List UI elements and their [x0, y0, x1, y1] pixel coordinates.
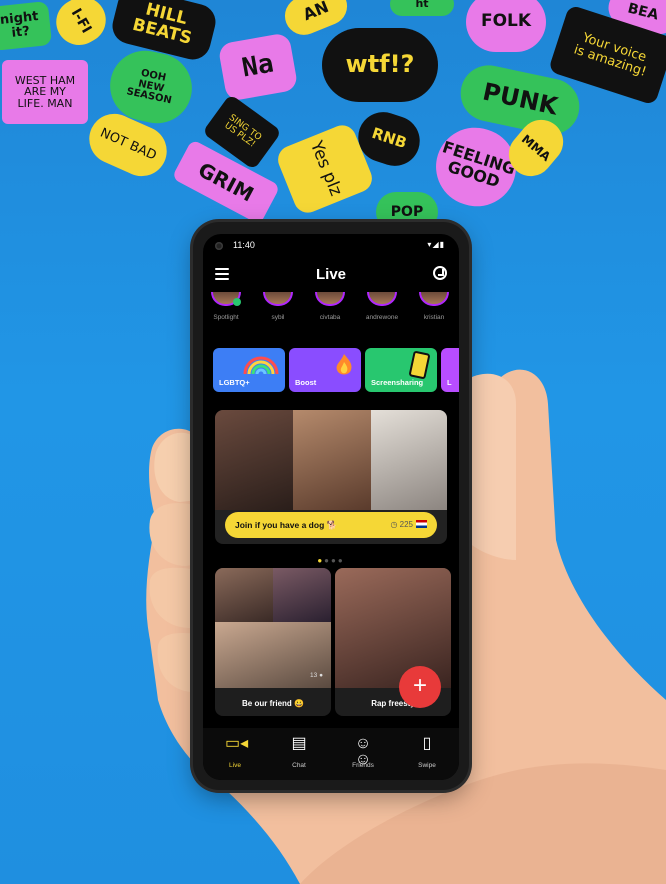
- story-item[interactable]: kristian: [413, 292, 455, 336]
- swipe-card-icon: ▯: [422, 735, 432, 752]
- category-more[interactable]: L: [441, 348, 459, 392]
- room-card[interactable]: 13 ● Be our friend 😀: [215, 568, 331, 716]
- nav-live[interactable]: ▭◂ Live: [203, 728, 267, 780]
- story-avatar: [419, 292, 449, 306]
- video-tile: [371, 410, 447, 510]
- online-indicator: [233, 298, 241, 306]
- app-screen: 11:40 ▾◢▮ Live Spotlight sybil civtaba a…: [203, 234, 459, 780]
- category-lgbtq[interactable]: LGBTQ+: [213, 348, 285, 392]
- category-label: LGBTQ+: [219, 378, 250, 387]
- video-camera-icon: ▭◂: [225, 735, 249, 752]
- profile-settings-icon[interactable]: [433, 266, 447, 280]
- category-boost[interactable]: Boost: [289, 348, 361, 392]
- story-label: andrewone: [365, 314, 399, 321]
- nav-label: Friends: [352, 762, 374, 769]
- phone-screen-icon: [408, 350, 431, 380]
- room-topic-pill[interactable]: Join if you have a dog 🐕 ◷ 225: [225, 512, 437, 538]
- rainbow-icon: [243, 356, 279, 375]
- story-avatar: [315, 292, 345, 306]
- video-tile: [273, 568, 331, 622]
- nav-label: Swipe: [418, 762, 436, 769]
- chat-icon: ▤: [291, 735, 307, 752]
- listener-count: ◷ 225: [390, 520, 413, 529]
- front-camera: [215, 242, 223, 250]
- nav-chat[interactable]: ▤ Chat: [267, 728, 331, 780]
- nav-swipe[interactable]: ▯ Swipe: [395, 728, 459, 780]
- story-item[interactable]: sybil: [257, 292, 299, 336]
- room-title: Be our friend 😀: [242, 699, 304, 708]
- video-tile: [293, 410, 371, 510]
- category-row: LGBTQ+ Boost Screensharing L: [203, 348, 459, 394]
- create-room-button[interactable]: +: [399, 666, 441, 708]
- story-item[interactable]: Spotlight: [205, 292, 247, 336]
- status-icons: ▾◢▮: [427, 240, 445, 249]
- featured-room-card[interactable]: Join if you have a dog 🐕 ◷ 225: [215, 410, 447, 544]
- phone: 11:40 ▾◢▮ Live Spotlight sybil civtaba a…: [193, 222, 469, 790]
- story-item[interactable]: civtaba: [309, 292, 351, 336]
- flame-icon: [336, 354, 352, 375]
- story-item[interactable]: andrewone: [361, 292, 403, 336]
- status-time: 11:40: [233, 240, 255, 250]
- category-label: Boost: [295, 378, 317, 387]
- page-title: Live: [315, 266, 346, 283]
- page-indicator: ●●●●: [317, 556, 345, 565]
- video-tile: [215, 410, 293, 510]
- nav-label: Chat: [292, 762, 306, 769]
- story-label: civtaba: [319, 314, 341, 321]
- flag-icon: [416, 520, 427, 528]
- story-avatar: [263, 292, 293, 306]
- video-tile: [215, 568, 273, 622]
- story-label: Spotlight: [213, 314, 239, 321]
- status-bar: 11:40 ▾◢▮: [203, 234, 459, 256]
- category-label: L: [447, 378, 452, 387]
- story-avatar: [367, 292, 397, 306]
- scene: night it? I-FI HILL BEATS AN ht FOLK BEA…: [0, 0, 666, 884]
- room-topic: Join if you have a dog 🐕: [235, 520, 338, 530]
- bottom-nav: ▭◂ Live ▤ Chat ☺☺ Friends ▯ Swipe: [203, 728, 459, 780]
- story-label: sybil: [271, 314, 285, 321]
- nav-friends[interactable]: ☺☺ Friends: [331, 728, 395, 780]
- friends-icon: ☺☺: [354, 735, 372, 768]
- stories-row: Spotlight sybil civtaba andrewone kristi…: [203, 292, 459, 336]
- nav-label: Live: [229, 762, 241, 769]
- top-bar: Live: [203, 260, 459, 288]
- story-label: kristian: [423, 314, 445, 321]
- category-label: Screensharing: [371, 378, 424, 387]
- category-screensharing[interactable]: Screensharing: [365, 348, 437, 392]
- listener-count: 13 ●: [310, 672, 323, 679]
